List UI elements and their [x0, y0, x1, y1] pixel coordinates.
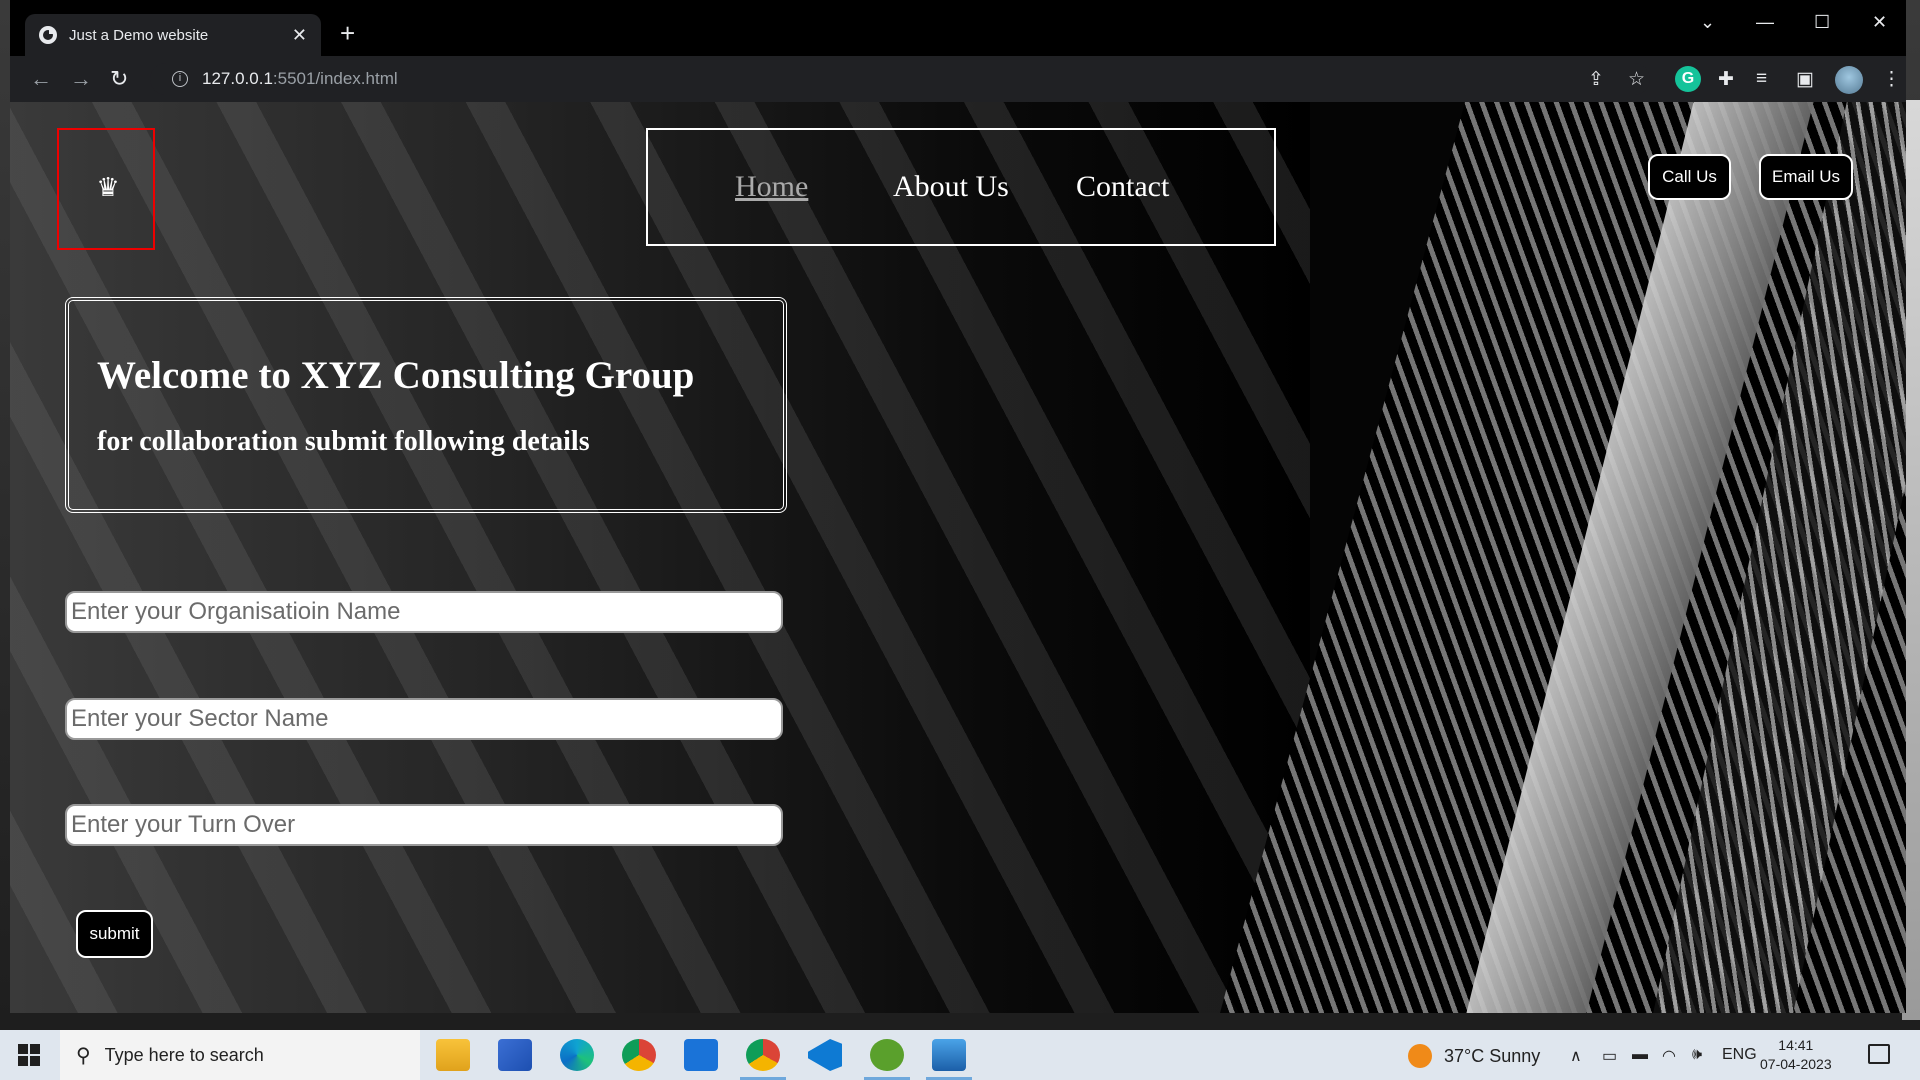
site-logo[interactable]: ♛ — [57, 128, 155, 250]
profile-avatar[interactable] — [1835, 66, 1863, 94]
reload-icon[interactable]: ↻ — [110, 66, 128, 92]
system-clock[interactable]: 14:41 07-04-2023 — [1760, 1036, 1832, 1074]
browser-toolbar: ← → ↻ i 127.0.0.1 :5501/index.html ⇪ ☆ G… — [10, 56, 1906, 102]
maximize-button[interactable]: ☐ — [1814, 12, 1830, 33]
windows-start-icon[interactable] — [18, 1044, 40, 1066]
sector-name-input[interactable] — [65, 698, 783, 740]
side-panel-icon[interactable]: ▣ — [1796, 68, 1814, 91]
chrome-active-icon[interactable] — [740, 1039, 786, 1080]
taskbar-search-box[interactable]: ⚲ Type here to search — [60, 1030, 420, 1080]
new-tab-button[interactable]: + — [340, 18, 355, 49]
tab-bar: Just a Demo website ✕ + ⌄ — ☐ ✕ — [10, 0, 1906, 56]
browser-window: Just a Demo website ✕ + ⌄ — ☐ ✕ ← → ↻ i … — [10, 0, 1906, 1013]
browser-tab[interactable]: Just a Demo website ✕ — [25, 14, 321, 56]
submit-button[interactable]: submit — [76, 910, 153, 958]
turnover-input[interactable] — [65, 804, 783, 846]
edge-browser-icon[interactable] — [560, 1039, 594, 1071]
url-host: 127.0.0.1 — [202, 69, 273, 88]
chrome-icon[interactable] — [622, 1039, 656, 1071]
search-placeholder: Type here to search — [104, 1044, 264, 1065]
main-nav: Home About Us Contact — [646, 128, 1276, 246]
utorrent-icon[interactable] — [864, 1039, 910, 1080]
grammarly-extension-icon[interactable]: G — [1675, 66, 1701, 92]
menu-kebab-icon[interactable]: ⋮ — [1882, 68, 1901, 91]
bookmark-star-icon[interactable]: ☆ — [1628, 68, 1645, 91]
microsoft-store-icon[interactable] — [498, 1039, 532, 1071]
forward-arrow-icon[interactable]: → — [70, 66, 92, 92]
back-arrow-icon[interactable]: ← — [30, 66, 52, 92]
tab-close-icon[interactable]: ✕ — [292, 25, 307, 46]
tab-title: Just a Demo website — [69, 26, 209, 44]
minimize-button[interactable]: — — [1756, 12, 1774, 33]
weather-text: 37°C Sunny — [1444, 1045, 1541, 1066]
taskbar: ⚲ Type here to search 37°C Sunny ∧ ▭ ▬ ◠… — [0, 1030, 1920, 1080]
close-window-button[interactable]: ✕ — [1872, 12, 1887, 33]
url-path: :5501/index.html — [272, 69, 398, 88]
share-icon[interactable]: ⇪ — [1588, 68, 1604, 91]
clock-time: 14:41 — [1778, 1037, 1814, 1053]
sun-icon — [1408, 1044, 1432, 1068]
weather-widget[interactable]: 37°C Sunny — [1408, 1044, 1540, 1068]
welcome-box: Welcome to XYZ Consulting Group for coll… — [65, 297, 787, 513]
globe-icon — [39, 26, 57, 44]
site-info-icon[interactable]: i — [172, 71, 188, 87]
extensions-puzzle-icon[interactable]: ✚ — [1718, 68, 1734, 91]
meet-now-icon[interactable]: ▭ — [1602, 1046, 1617, 1066]
media-control-icon[interactable]: ≡ — [1756, 68, 1767, 90]
photos-icon[interactable] — [926, 1039, 972, 1080]
language-indicator[interactable]: ENG — [1722, 1046, 1757, 1064]
nav-home-link[interactable]: Home — [735, 170, 808, 204]
address-bar[interactable]: i 127.0.0.1 :5501/index.html — [150, 63, 1650, 95]
lion-crest-icon: ♛ — [96, 172, 120, 202]
tray-chevron-icon[interactable]: ∧ — [1570, 1046, 1582, 1066]
battery-icon[interactable]: ▬ — [1632, 1046, 1648, 1064]
notification-center-icon[interactable] — [1868, 1044, 1890, 1064]
nav-about-link[interactable]: About Us — [893, 170, 1009, 204]
vscode-icon[interactable] — [808, 1039, 842, 1071]
nav-contact-link[interactable]: Contact — [1076, 170, 1169, 204]
file-explorer-icon[interactable] — [436, 1039, 470, 1071]
wifi-icon[interactable]: ◠ — [1662, 1046, 1676, 1066]
email-us-button[interactable]: Email Us — [1759, 154, 1853, 200]
page-viewport: ♛ Home About Us Contact Call Us Email Us… — [10, 102, 1906, 1013]
clock-date: 07-04-2023 — [1760, 1056, 1832, 1072]
volume-icon[interactable]: 🕪 — [1692, 1046, 1702, 1064]
organisation-name-input[interactable] — [65, 591, 783, 633]
tab-search-icon[interactable]: ⌄ — [1700, 12, 1715, 33]
welcome-heading: Welcome to XYZ Consulting Group — [97, 354, 695, 397]
mail-icon[interactable] — [684, 1039, 718, 1071]
call-us-button[interactable]: Call Us — [1648, 154, 1731, 200]
search-icon: ⚲ — [76, 1044, 91, 1067]
welcome-subheading: for collaboration submit following detai… — [97, 426, 590, 457]
